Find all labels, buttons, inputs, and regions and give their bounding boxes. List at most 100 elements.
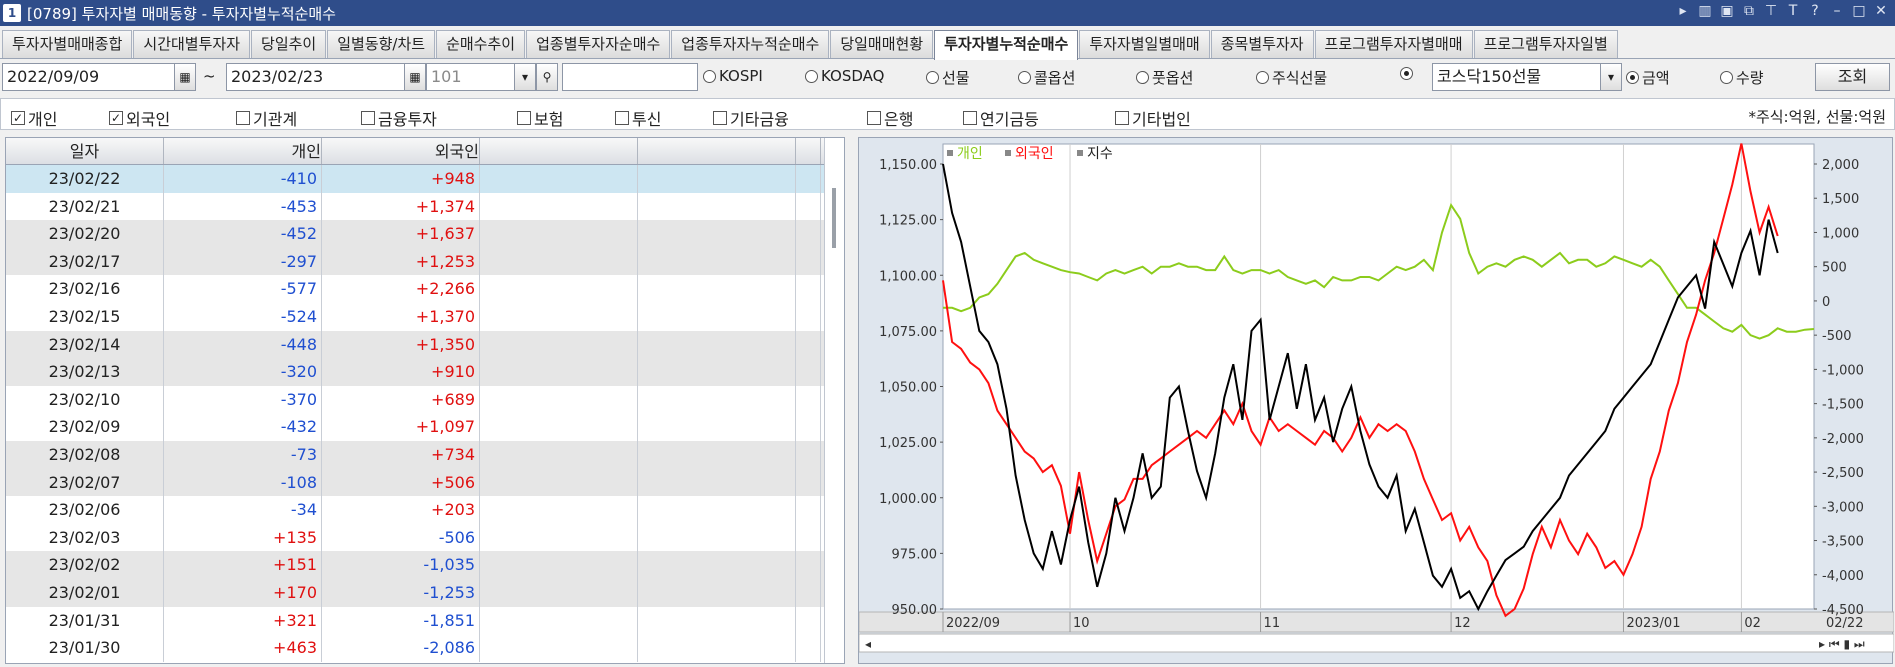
radio-quantity[interactable]: 수량: [1720, 67, 1764, 88]
radio-label: 풋옵션: [1152, 69, 1194, 87]
maximize-icon[interactable]: □: [1851, 3, 1867, 19]
checkbox-box: [236, 111, 250, 125]
tab-investor-cumulative[interactable]: 투자자별누적순매수: [934, 30, 1079, 60]
cell-individual: -432: [164, 413, 322, 441]
radio-put-option[interactable]: 풋옵션: [1136, 67, 1193, 88]
check-bank[interactable]: 은행: [867, 106, 913, 130]
tab-program-investor[interactable]: 프로그램투자자별매매: [1314, 30, 1473, 58]
product-select[interactable]: 코스닥150선물: [1432, 63, 1602, 91]
cell-empty: [796, 247, 821, 276]
cell-empty: [480, 247, 638, 276]
end-date-input[interactable]: 2023/02/23: [226, 63, 426, 91]
tab-daily-chart[interactable]: 일별동향/차트: [327, 30, 436, 58]
radio-call-option[interactable]: 콜옵션: [1018, 67, 1075, 88]
help-icon[interactable]: ?: [1807, 3, 1823, 19]
calendar-icon[interactable]: ▦: [174, 63, 196, 91]
search-button[interactable]: 조회: [1815, 63, 1890, 91]
cell-empty: [480, 220, 638, 248]
table-row[interactable]: 23/02/09 -432 +1,097: [6, 413, 844, 441]
tab-investor-summary[interactable]: 투자자별매매종합: [2, 30, 133, 58]
table-row[interactable]: 23/02/21 -453 +1,374: [6, 192, 844, 221]
cell-empty: [796, 220, 821, 248]
tab-program-daily[interactable]: 프로그램투자자일별: [1473, 30, 1618, 58]
table-row[interactable]: 23/02/16 -577 +2,266: [6, 275, 844, 303]
font-icon[interactable]: T: [1785, 3, 1801, 19]
table-row[interactable]: 23/02/15 -524 +1,370: [6, 302, 844, 331]
col-individual-header[interactable]: 개인: [164, 138, 322, 164]
minimize-icon[interactable]: –: [1829, 3, 1845, 19]
cell-individual: -34: [164, 496, 322, 524]
col-foreign-header[interactable]: 외국인: [322, 138, 480, 164]
tab-sector-investor[interactable]: 업종별투자자순매수: [526, 30, 671, 58]
checkbox-label: 개인: [28, 110, 58, 129]
close-icon[interactable]: ✕: [1873, 3, 1889, 19]
scroll-thumb[interactable]: [832, 188, 836, 248]
tab-sector-cumulative[interactable]: 업종투자자누적순매수: [671, 30, 830, 58]
check-investment-trust[interactable]: 투신: [615, 106, 661, 130]
check-other-corp[interactable]: 기타법인: [1115, 106, 1191, 130]
screen-icon[interactable]: ▣: [1719, 3, 1735, 19]
checkbox-label: 연기금등: [980, 110, 1039, 129]
radio-kosdaq[interactable]: KOSDAQ: [805, 67, 884, 85]
calendar-icon[interactable]: ▦: [404, 63, 426, 91]
tab-net-buy-trend[interactable]: 순매수추이: [436, 30, 526, 58]
table-row[interactable]: 23/02/03 +135 -506: [6, 523, 844, 552]
radio-product[interactable]: [1400, 67, 1413, 80]
table-row[interactable]: 23/02/08 -73 +734: [6, 440, 844, 469]
cell-individual: -297: [164, 247, 322, 276]
check-individual[interactable]: ✓ 개인: [11, 106, 57, 130]
table-row[interactable]: 23/02/10 -370 +689: [6, 385, 844, 414]
vertical-scrollbar[interactable]: [824, 138, 844, 663]
name-input[interactable]: [562, 63, 698, 91]
checkbox-label: 은행: [884, 110, 914, 129]
copy-window-icon[interactable]: ⧉: [1741, 3, 1757, 19]
query-bar: 2022/09/09 ▦ ~ 2023/02/23 ▦ 101 ▾ ⚲ KOSP…: [0, 61, 1895, 93]
checkbox-box: [713, 111, 727, 125]
table-row[interactable]: 23/02/20 -452 +1,637: [6, 220, 844, 248]
checkbox-label: 기타법인: [1132, 110, 1191, 129]
table-row[interactable]: 23/02/06 -34 +203: [6, 496, 844, 524]
cell-empty: [480, 385, 638, 414]
table-row[interactable]: 23/02/17 -297 +1,253: [6, 247, 844, 276]
chevron-down-icon[interactable]: ▾: [1600, 63, 1622, 91]
memo-icon[interactable]: ▥: [1697, 3, 1713, 19]
cell-empty: [796, 523, 821, 552]
radio-amount[interactable]: 금액: [1626, 67, 1670, 88]
start-date-input[interactable]: 2022/09/09: [2, 63, 194, 91]
check-other-finance[interactable]: 기타금융: [713, 106, 789, 130]
tab-intraday-trend[interactable]: 당일추이: [251, 30, 327, 58]
check-insurance[interactable]: 보험: [517, 106, 563, 130]
search-icon[interactable]: ⚲: [536, 63, 558, 91]
table-row[interactable]: 23/02/14 -448 +1,350: [6, 330, 844, 359]
table-row[interactable]: 23/01/30 +463 -2,086: [6, 634, 844, 662]
radio-futures[interactable]: 선물: [926, 67, 970, 88]
tab-investor-daily[interactable]: 투자자별일별매매: [1079, 30, 1210, 58]
title-bar: 1 [0789] 투자자별 매매동향 - 투자자별누적순매수 ▸ ▥ ▣ ⧉ ⊤…: [0, 0, 1895, 26]
pin-icon[interactable]: ⊤: [1763, 3, 1779, 19]
table-row[interactable]: 23/02/22 -410 +948: [6, 165, 844, 193]
cell-empty: [796, 413, 821, 441]
radio-kospi[interactable]: KOSPI: [703, 67, 763, 85]
col-date-header[interactable]: 일자: [6, 138, 164, 164]
right-tick-label: -1,500: [1822, 398, 1864, 413]
table-row[interactable]: 23/01/31 +321 -1,851: [6, 606, 844, 635]
cell-foreign: +910: [322, 358, 480, 386]
tab-time-investor[interactable]: 시간대별투자자: [133, 30, 251, 58]
table-row[interactable]: 23/02/02 +151 -1,035: [6, 551, 844, 579]
check-institution[interactable]: 기관계: [236, 106, 297, 130]
table-row[interactable]: 23/02/01 +170 -1,253: [6, 578, 844, 607]
radio-stock-futures[interactable]: 주식선물: [1256, 67, 1327, 88]
table-row[interactable]: 23/02/13 -320 +910: [6, 358, 844, 386]
cell-foreign: +2,266: [322, 275, 480, 303]
tab-intraday-status[interactable]: 당일매매현황: [830, 30, 934, 58]
nav-icon[interactable]: ▸: [1675, 3, 1691, 19]
check-foreign[interactable]: ✓ 외국인: [109, 106, 170, 130]
check-pension[interactable]: 연기금등: [963, 106, 1039, 130]
table-row[interactable]: 23/02/07 -108 +506: [6, 468, 844, 497]
cell-empty: [638, 606, 796, 635]
tab-stock-investor[interactable]: 종목별투자자: [1210, 30, 1314, 58]
right-tick-label: 2,000: [1822, 158, 1859, 173]
check-financial-investment[interactable]: 금융투자: [361, 106, 437, 130]
chevron-down-icon[interactable]: ▾: [514, 63, 536, 91]
cell-date: 23/02/13: [6, 358, 164, 386]
